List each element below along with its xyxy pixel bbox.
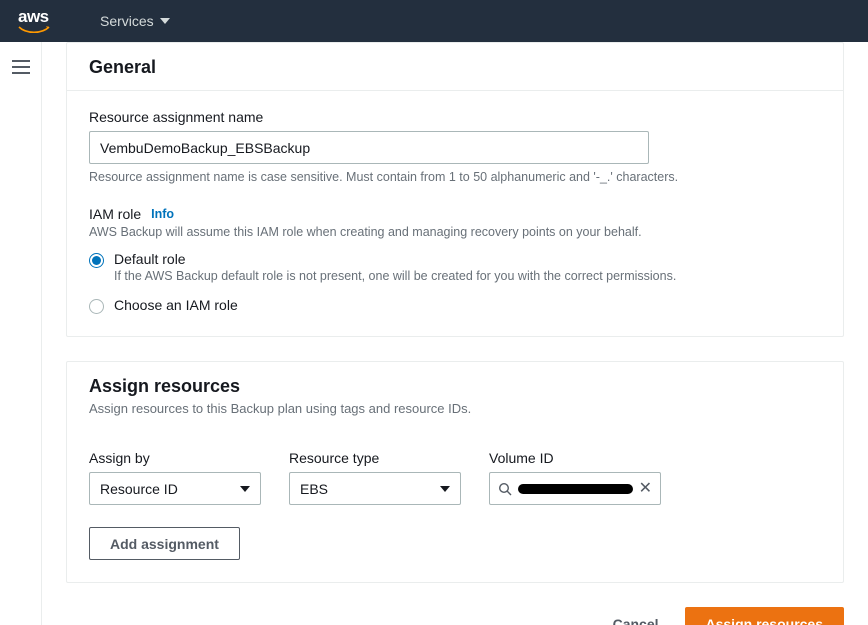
radio-default-sub: If the AWS Backup default role is not pr… <box>114 269 676 283</box>
general-panel: General Resource assignment name Resourc… <box>66 42 844 337</box>
assign-heading: Assign resources <box>89 376 821 397</box>
assign-row: Assign by Resource ID Resource type EBS <box>89 450 821 505</box>
services-dropdown[interactable]: Services <box>100 13 170 29</box>
sidebar-toggle-icon[interactable] <box>12 60 30 74</box>
radio-default-label: Default role <box>114 251 676 267</box>
assign-by-value: Resource ID <box>100 481 178 497</box>
assign-panel-header: Assign resources Assign resources to thi… <box>67 362 843 420</box>
iam-role-radio-group: Default role If the AWS Backup default r… <box>89 251 821 314</box>
aws-logo-text: aws <box>18 7 49 26</box>
radio-choose-label: Choose an IAM role <box>114 297 238 313</box>
assign-by-label: Assign by <box>89 450 261 466</box>
volume-id-input[interactable]: ✕ <box>489 472 661 505</box>
services-label: Services <box>100 13 154 29</box>
iam-role-desc: AWS Backup will assume this IAM role whe… <box>89 225 821 239</box>
assign-resources-button[interactable]: Assign resources <box>685 607 845 625</box>
resource-name-input[interactable] <box>89 131 649 164</box>
aws-smile-icon <box>18 25 52 35</box>
add-assignment-button[interactable]: Add assignment <box>89 527 240 560</box>
caret-down-icon <box>440 486 450 492</box>
search-icon <box>498 482 512 496</box>
radio-icon <box>89 253 104 268</box>
cancel-button[interactable]: Cancel <box>599 607 673 625</box>
resource-type-label: Resource type <box>289 450 461 466</box>
caret-down-icon <box>160 18 170 24</box>
footer-actions: Cancel Assign resources <box>66 607 844 625</box>
assign-subtitle: Assign resources to this Backup plan usi… <box>89 401 821 416</box>
caret-down-icon <box>240 486 250 492</box>
assign-resources-panel: Assign resources Assign resources to thi… <box>66 361 844 583</box>
general-heading: General <box>89 57 821 78</box>
radio-choose-iam[interactable]: Choose an IAM role <box>89 297 821 314</box>
resource-type-value: EBS <box>300 481 328 497</box>
radio-icon <box>89 299 104 314</box>
resource-name-helper: Resource assignment name is case sensiti… <box>89 170 821 184</box>
clear-icon[interactable]: ✕ <box>639 481 652 497</box>
top-nav: aws Services <box>0 0 868 42</box>
resource-type-select[interactable]: EBS <box>289 472 461 505</box>
iam-info-link[interactable]: Info <box>151 207 174 221</box>
aws-logo[interactable]: aws <box>18 7 52 35</box>
volume-id-value-redacted <box>518 484 633 494</box>
sidebar-collapsed <box>0 42 42 625</box>
iam-role-label: IAM role <box>89 206 141 222</box>
main-content: General Resource assignment name Resourc… <box>42 42 868 625</box>
resource-name-label: Resource assignment name <box>89 109 821 125</box>
assign-by-select[interactable]: Resource ID <box>89 472 261 505</box>
volume-id-label: Volume ID <box>489 450 661 466</box>
radio-default-role[interactable]: Default role If the AWS Backup default r… <box>89 251 821 283</box>
general-panel-header: General <box>67 43 843 91</box>
